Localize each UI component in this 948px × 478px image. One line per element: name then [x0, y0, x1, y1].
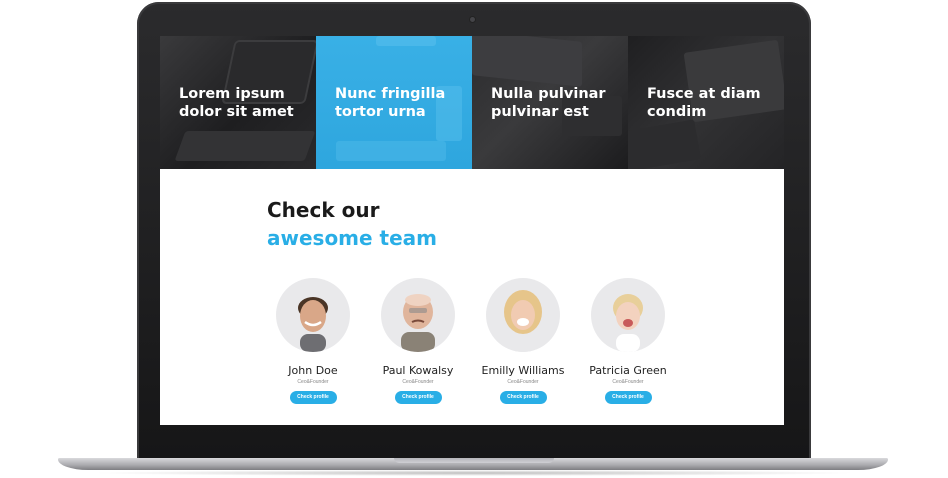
member-name: Paul Kowalsy	[382, 364, 454, 377]
laptop-shadow	[90, 470, 858, 476]
member-name: John Doe	[288, 364, 338, 377]
member-name: Patricia Green	[589, 364, 667, 377]
member-role: Ceo&Founder	[612, 379, 644, 385]
laptop-base-notch	[394, 458, 554, 463]
avatar	[591, 278, 665, 352]
team-heading-line2: awesome team	[267, 226, 438, 250]
feature-tile-1[interactable]: Lorem ipsum dolor sit amet	[160, 36, 316, 169]
check-profile-button[interactable]: Check profile	[604, 391, 652, 404]
feature-tile-title: Nunc fringilla tortor urna	[335, 85, 446, 120]
feature-tile-title: Nulla pulvinar pulvinar est	[491, 85, 606, 120]
member-role: Ceo&Founder	[297, 379, 329, 385]
team-heading: Check our awesome team	[267, 196, 437, 252]
team-member-card: John Doe Ceo&Founder Check profile	[258, 278, 368, 404]
feature-tile-title: Fusce at diam condim	[647, 85, 761, 120]
team-heading-line1: Check our	[267, 198, 380, 222]
member-role: Ceo&Founder	[402, 379, 434, 385]
avatar	[486, 278, 560, 352]
team-member-card: Paul Kowalsy Ceo&Founder Check profile	[363, 278, 473, 404]
feature-tiles: Lorem ipsum dolor sit amet Nunc fringill…	[160, 36, 784, 169]
check-profile-button[interactable]: Check profile	[289, 391, 337, 404]
member-role: Ceo&Founder	[507, 379, 539, 385]
feature-tile-title: Lorem ipsum dolor sit amet	[179, 85, 294, 120]
feature-tile-3[interactable]: Nulla pulvinar pulvinar est	[472, 36, 628, 169]
team-member-card: Patricia Green Ceo&Founder Check profile	[573, 278, 683, 404]
website-screen: Lorem ipsum dolor sit amet Nunc fringill…	[160, 36, 784, 425]
feature-tile-2[interactable]: Nunc fringilla tortor urna	[316, 36, 472, 169]
team-member-card: Emilly Williams Ceo&Founder Check profil…	[468, 278, 578, 404]
check-profile-button[interactable]: Check profile	[499, 391, 547, 404]
avatar	[276, 278, 350, 352]
camera-icon	[470, 17, 475, 22]
check-profile-button[interactable]: Check profile	[394, 391, 442, 404]
feature-tile-4[interactable]: Fusce at diam condim	[628, 36, 784, 169]
member-name: Emilly Williams	[481, 364, 565, 377]
avatar	[381, 278, 455, 352]
